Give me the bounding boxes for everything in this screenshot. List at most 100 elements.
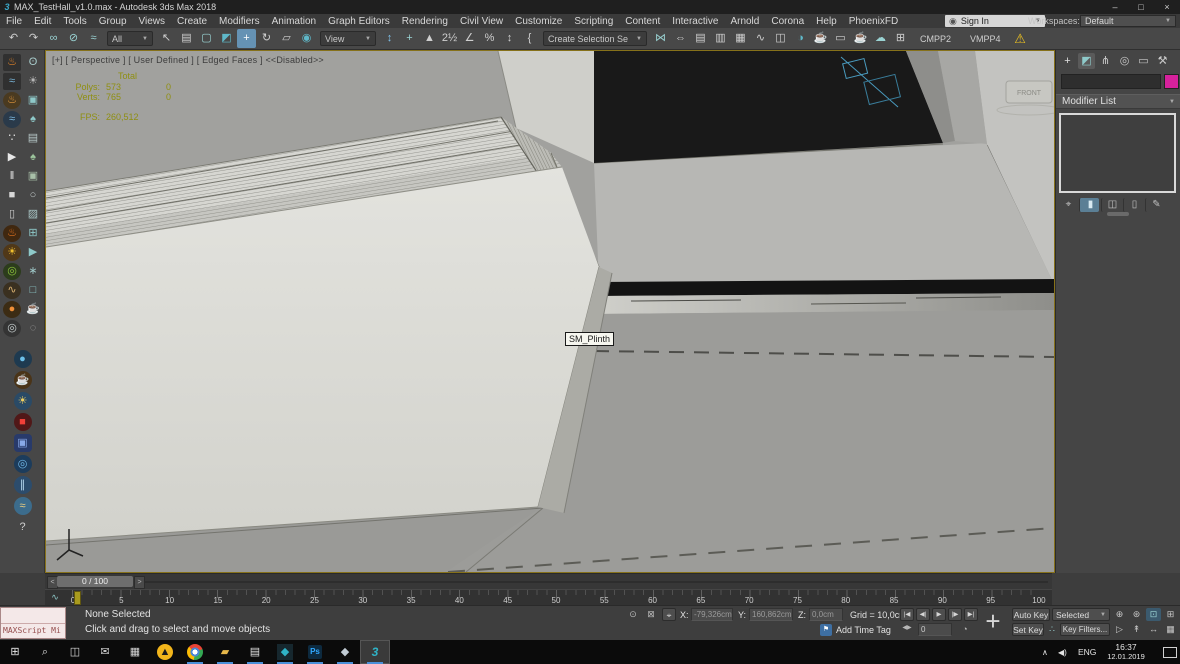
minimize-button[interactable]: – (1102, 0, 1128, 14)
file-explorer-icon[interactable]: ▰ (210, 640, 240, 664)
percent-snap-toggle-icon[interactable]: % (480, 29, 499, 48)
beer-mug-badge-icon[interactable]: ☕ (14, 371, 32, 389)
schematic-view-icon[interactable]: ◫ (771, 29, 790, 48)
phoenix-fire-preset-icon[interactable]: ♨ (3, 54, 21, 71)
layers-tool-icon[interactable]: ▨ (24, 206, 42, 223)
File[interactable]: File (0, 16, 28, 27)
stop-simulation-icon[interactable]: ■ (3, 187, 21, 204)
undo-icon[interactable]: ↶ (4, 29, 23, 48)
select-by-name-icon[interactable]: ▤ (177, 29, 196, 48)
viewer-icon[interactable]: ◆ (330, 640, 360, 664)
key-filters-button[interactable]: Key Filters... (1060, 623, 1110, 636)
Edit[interactable]: Edit (28, 16, 57, 27)
hierarchy-tab[interactable]: ⋔ (1097, 53, 1114, 69)
max-shortcut-icon[interactable]: ◆ (270, 640, 300, 664)
next-frame-arrow[interactable]: > (134, 576, 145, 589)
Help[interactable]: Help (810, 16, 843, 27)
red-tool-badge-icon[interactable]: ■ (14, 413, 32, 431)
toggle-ribbon-icon[interactable]: ▦ (731, 29, 750, 48)
select-object-icon[interactable]: ↖ (157, 29, 176, 48)
zoom-icon[interactable]: ⊕ (1112, 608, 1127, 621)
object-color-swatch[interactable] (1164, 74, 1179, 89)
maximize-button[interactable]: □ (1128, 0, 1154, 14)
viewport-label[interactable]: [+] [ Perspective ] [ User Defined ] [ E… (52, 55, 324, 65)
motion-tab[interactable]: ◎ (1116, 53, 1133, 69)
PhoenixFD[interactable]: PhoenixFD (843, 16, 904, 27)
fire-sim-icon[interactable]: ♨ (3, 92, 21, 109)
current-frame-spinner[interactable]: 0 (918, 623, 952, 636)
unlink-selection-icon[interactable]: ⊘ (64, 29, 83, 48)
a360-gallery-icon[interactable]: ⊞ (891, 29, 910, 48)
absolute-transform-mode-icon[interactable]: ⌖ (662, 608, 676, 621)
start-simulation-icon[interactable]: ▶ (3, 149, 21, 166)
pan-view-icon[interactable]: ↔ (1146, 623, 1161, 636)
isolate-selection-toggle-icon[interactable]: ⊙ (626, 609, 640, 620)
calendar-icon[interactable]: ▦ (120, 640, 150, 664)
rendered-frame-window-icon[interactable]: ▭ (831, 29, 850, 48)
next-frame-button[interactable]: |▶ (948, 608, 962, 621)
create-selection-set-dropdown[interactable]: Create Selection Se ▼ (543, 31, 647, 46)
workspaces-dropdown[interactable]: Default ▼ (1080, 15, 1176, 27)
chrome-icon[interactable] (180, 640, 210, 664)
zoom-all-icon[interactable]: ⊛ (1129, 608, 1144, 621)
go-to-end-button[interactable]: ▶| (964, 608, 978, 621)
Modifiers[interactable]: Modifiers (213, 16, 266, 27)
toggle-scene-explorer-icon[interactable]: ▤ (691, 29, 710, 48)
select-and-manipulate-icon[interactable]: + (400, 29, 419, 48)
open-mini-curve-editor-button[interactable]: ∿ (47, 591, 63, 604)
window-crossing-toggle-icon[interactable]: ◩ (217, 29, 236, 48)
configure-modifier-sets-icon[interactable]: ✎ (1145, 198, 1165, 212)
whirlpool-badge-icon[interactable]: ◎ (14, 455, 32, 473)
use-pivot-point-icon[interactable]: ↕ (380, 29, 399, 48)
dashed-circle-icon[interactable]: ◌ (24, 320, 42, 337)
tree-tool-icon[interactable]: ♠ (24, 149, 42, 166)
display-tab[interactable]: ▭ (1135, 53, 1152, 69)
select-and-place-icon[interactable]: ◉ (297, 29, 316, 48)
language-indicator[interactable]: ENG (1078, 647, 1096, 657)
redo-icon[interactable]: ↷ (24, 29, 43, 48)
Civil View[interactable]: Civil View (454, 16, 509, 27)
field-of-view-icon[interactable]: ▷ (1112, 623, 1127, 636)
delete-simulation-icon[interactable]: ▯ (3, 206, 21, 223)
Scripting[interactable]: Scripting (568, 16, 619, 27)
green-swirl-icon[interactable]: ◎ (3, 263, 21, 280)
beach-badge-icon[interactable]: ≈ (14, 497, 32, 515)
plugin-warning-icon[interactable]: ⚠ (1011, 29, 1030, 48)
previous-frame-button[interactable]: ◀| (916, 608, 930, 621)
modify-tab[interactable]: ◩ (1078, 53, 1095, 69)
snap-toggle-25d-icon[interactable]: 2½ (440, 29, 459, 48)
Corona[interactable]: Corona (765, 16, 810, 27)
time-configuration-icon[interactable]: ◔ (958, 624, 972, 634)
liquid-sim-icon[interactable]: ≈ (3, 111, 21, 128)
play-animation-button[interactable]: ▶ (932, 608, 946, 621)
x-coordinate-field[interactable]: -79,326cm (691, 608, 733, 621)
close-button[interactable]: × (1154, 0, 1180, 14)
go-to-start-button[interactable]: |◀ (900, 608, 914, 621)
view-dropdown[interactable]: View ▼ (320, 31, 376, 46)
z-coordinate-field[interactable]: 0,0cm (809, 608, 843, 621)
maxscript-mini-listener[interactable]: MAXScript Mi (0, 607, 66, 639)
Tools[interactable]: Tools (57, 16, 92, 27)
camera-tool-icon[interactable]: ▣ (24, 92, 42, 109)
keyable-filter-icon[interactable]: ∴ (1046, 624, 1058, 635)
search-icon[interactable]: ⌕ (30, 640, 60, 664)
maximize-viewport-toggle-icon[interactable]: ▦ (1163, 623, 1178, 636)
Create[interactable]: Create (171, 16, 213, 27)
select-and-scale-icon[interactable]: ▱ (277, 29, 296, 48)
cmpp2-button[interactable]: CMPP2 (920, 34, 951, 44)
sun-tool-icon[interactable]: ☀ (24, 73, 42, 90)
lock-selection-toggle-icon[interactable]: ⊠ (644, 609, 658, 620)
make-unique-icon[interactable]: ◫ (1101, 198, 1121, 212)
time-slider-track[interactable]: < 0 / 100 > (45, 573, 1052, 589)
preview-play-icon[interactable]: ▶ (24, 244, 42, 261)
perspective-viewport[interactable]: FRONT [+] [ Perspective ] [ User Defined… (45, 50, 1055, 573)
add-time-tag[interactable]: Add Time Tag (836, 625, 891, 635)
phoenix-ocean-preset-icon[interactable]: ≈ (3, 73, 21, 90)
Views[interactable]: Views (133, 16, 172, 27)
set-key-button[interactable]: Set Key (1012, 623, 1044, 636)
particle-preview-icon[interactable]: ∵ (3, 130, 21, 147)
curve-editor-icon[interactable]: ∿ (751, 29, 770, 48)
align-icon[interactable]: ⇔ (671, 29, 690, 48)
orange-drop-icon[interactable]: ● (3, 301, 21, 318)
Group[interactable]: Group (93, 16, 133, 27)
